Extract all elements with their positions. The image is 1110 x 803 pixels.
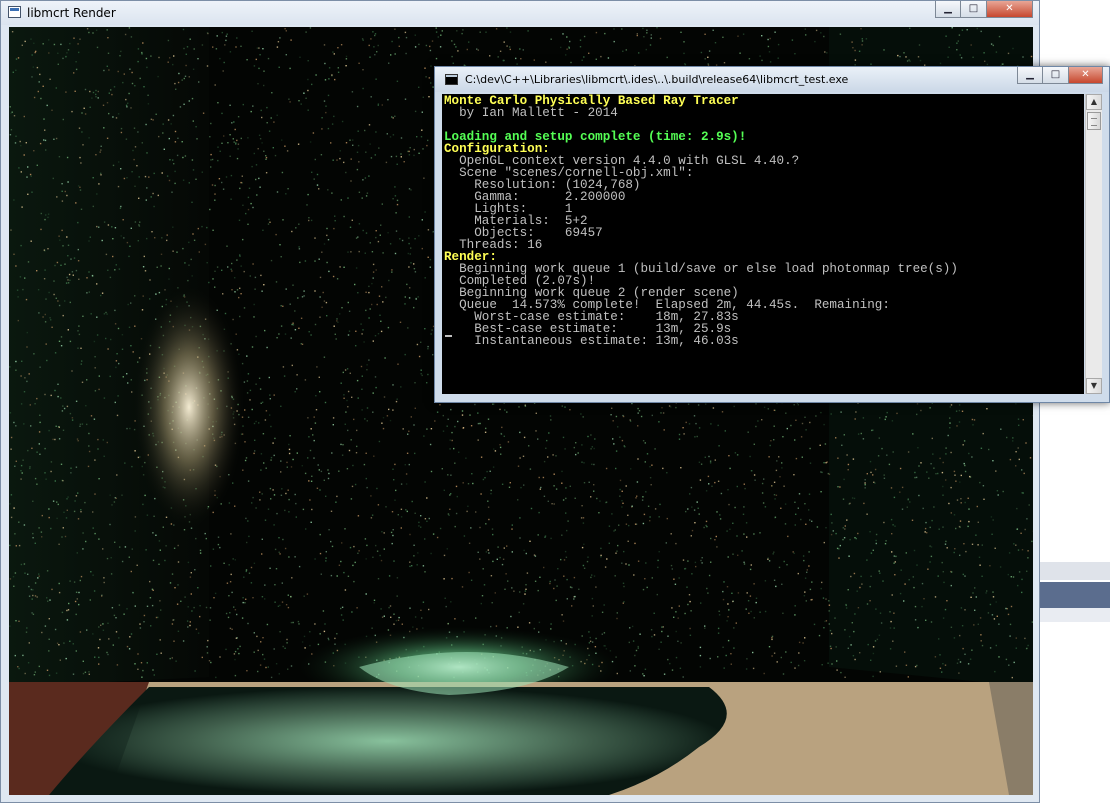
background-window-strip [1040,608,1110,622]
render-window-titlebar[interactable]: libmcrt Render ▁ □ ✕ [1,1,1039,25]
console-line: Instantaneous estimate: 13m, 46.03s [444,334,739,348]
console-maximize-button[interactable]: □ [1043,67,1069,84]
minimize-button[interactable]: ▁ [935,1,961,18]
caustic-pool [49,687,727,795]
render-window-controls: ▁ □ ✕ [935,1,1033,19]
scroll-thumb[interactable] [1087,112,1101,130]
text-cursor [445,335,452,337]
console-title: C:\dev\C++\Libraries\libmcrt\.ides\..\.b… [465,73,849,86]
window-icon[interactable] [8,6,21,18]
scroll-down-arrow-icon[interactable]: ▼ [1086,378,1102,394]
cmd-icon[interactable] [445,74,458,85]
console-output[interactable]: Monte Carlo Physically Based Ray Tracer … [442,94,1084,394]
console-scrollbar[interactable]: ▲ ▼ [1085,94,1102,394]
console-minimize-button[interactable]: ▁ [1017,67,1043,84]
close-button[interactable]: ✕ [987,1,1033,18]
console-titlebar[interactable]: C:\dev\C++\Libraries\libmcrt\.ides\..\.b… [435,67,1109,92]
console-close-button[interactable]: ✕ [1069,67,1103,84]
background-window-edge [1040,562,1110,580]
console-line: Threads: 16 [444,238,543,252]
maximize-button[interactable]: □ [961,1,987,18]
console-line: by Ian Mallett - 2014 [444,106,618,120]
console-window-controls: ▁ □ ✕ [1017,67,1103,85]
background-window-toolbar [1040,582,1110,608]
left-wall-highlight [134,287,244,527]
console-window: C:\dev\C++\Libraries\libmcrt\.ides\..\.b… [434,66,1110,403]
render-window-title: libmcrt Render [27,6,116,20]
console-text: Monte Carlo Physically Based Ray Tracer … [442,94,1084,348]
scroll-up-arrow-icon[interactable]: ▲ [1086,94,1102,110]
